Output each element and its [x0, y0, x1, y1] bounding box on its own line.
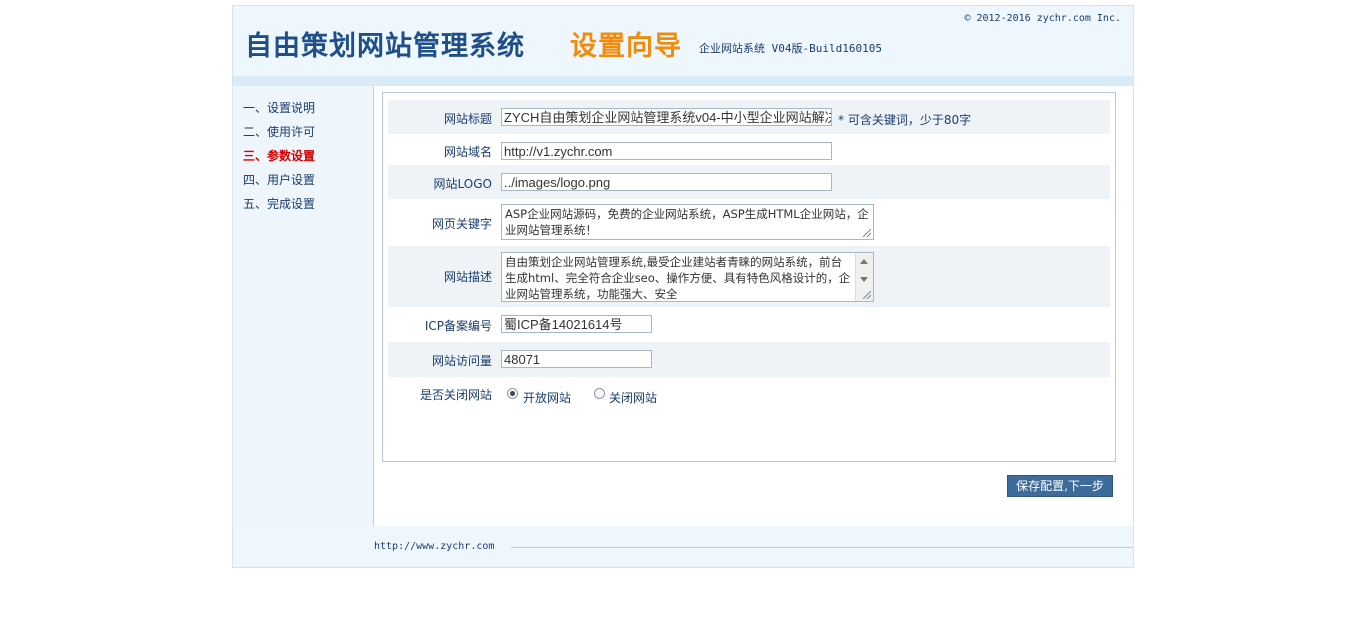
visits-input[interactable]: 48071	[501, 350, 652, 368]
row-keywords: 网页关键字 ASP企业网站源码，免费的企业网站系统，ASP生成HTML企业网站，…	[388, 199, 1110, 246]
radio-close-site[interactable]	[594, 388, 605, 399]
description-text: 自由策划企业网站管理系统,最受企业建站者青睐的网站系统，前台生成html、完全符…	[505, 255, 851, 301]
site-logo-label: 网站LOGO	[433, 177, 492, 191]
row-close-site: 是否关闭网站 开放网站 关闭网站	[388, 377, 1110, 413]
site-title-hint: * 可含关键词，少于80字	[838, 113, 972, 127]
header-divider	[233, 76, 1133, 86]
row-visits: 网站访问量 48071	[388, 342, 1110, 377]
version-text: 企业网站系统 V04版-Build160105	[699, 42, 882, 55]
sidebar-item-finish[interactable]: 五、完成设置	[243, 195, 315, 219]
footer-link[interactable]: http://www.zychr.com	[374, 541, 494, 552]
main-content: 网站标题 ZYCH自由策划企业网站管理系统v04-中小型企业网站解决方案 * 可…	[374, 86, 1133, 526]
site-title-label: 网站标题	[443, 112, 492, 126]
resize-grip-icon[interactable]	[863, 229, 871, 237]
radio-close-site-label[interactable]: 关闭网站	[609, 389, 657, 406]
keywords-textarea[interactable]: ASP企业网站源码，免费的企业网站系统，ASP生成HTML企业网站，企业网站管理…	[501, 204, 874, 240]
scroll-up-icon[interactable]	[860, 259, 868, 264]
visits-label: 网站访问量	[431, 354, 492, 368]
wizard-subtitle: 设置向导	[570, 31, 682, 62]
sidebar-item-license[interactable]: 二、使用许可	[243, 123, 315, 147]
footer-divider	[511, 547, 1133, 548]
row-site-domain: 网站域名 http://v1.zychr.com	[388, 134, 1110, 165]
radio-open-site[interactable]	[507, 388, 518, 399]
row-description: 网站描述 自由策划企业网站管理系统,最受企业建站者青睐的网站系统，前台生成htm…	[388, 246, 1110, 307]
close-site-label: 是否关闭网站	[419, 388, 492, 402]
site-logo-input[interactable]: ../images/logo.png	[501, 173, 832, 191]
icp-input[interactable]: 蜀ICP备14021614号	[501, 315, 652, 333]
sidebar-item-parameters[interactable]: 三、参数设置	[243, 147, 315, 171]
keywords-label: 网页关键字	[431, 217, 492, 231]
site-title-input[interactable]: ZYCH自由策划企业网站管理系统v04-中小型企业网站解决方案	[501, 108, 832, 126]
sidebar-item-instructions[interactable]: 一、设置说明	[243, 99, 315, 123]
page-container: 自由策划网站管理系统 设置向导 企业网站系统 V04版-Build160105 …	[232, 5, 1134, 568]
sidebar-item-users[interactable]: 四、用户设置	[243, 171, 315, 195]
description-textarea[interactable]: 自由策划企业网站管理系统,最受企业建站者青睐的网站系统，前台生成html、完全符…	[501, 252, 874, 302]
app-title: 自由策划网站管理系统	[245, 31, 525, 62]
row-icp: ICP备案编号 蜀ICP备14021614号	[388, 307, 1110, 342]
resize-grip-icon[interactable]	[863, 291, 871, 299]
radio-open-site-label[interactable]: 开放网站	[523, 389, 571, 406]
step-nav: 一、设置说明 二、使用许可 三、参数设置 四、用户设置 五、完成设置	[243, 99, 315, 219]
footer: http://www.zychr.com	[233, 526, 1133, 567]
sidebar: 一、设置说明 二、使用许可 三、参数设置 四、用户设置 五、完成设置	[233, 86, 374, 526]
site-domain-label: 网站域名	[443, 145, 492, 159]
copyright-text: © 2012-2016 zychr.com Inc.	[964, 13, 1121, 24]
row-site-title: 网站标题 ZYCH自由策划企业网站管理系统v04-中小型企业网站解决方案 * 可…	[388, 100, 1110, 134]
row-site-logo: 网站LOGO ../images/logo.png	[388, 165, 1110, 199]
description-label: 网站描述	[443, 270, 492, 284]
save-next-button[interactable]: 保存配置,下一步	[1007, 475, 1113, 497]
header: 自由策划网站管理系统 设置向导 企业网站系统 V04版-Build160105 …	[233, 6, 1133, 76]
icp-label: ICP备案编号	[424, 319, 492, 333]
scroll-down-icon[interactable]	[860, 277, 868, 282]
keywords-text: ASP企业网站源码，免费的企业网站系统，ASP生成HTML企业网站，企业网站管理…	[505, 207, 869, 237]
site-domain-input[interactable]: http://v1.zychr.com	[501, 142, 832, 160]
settings-panel: 网站标题 ZYCH自由策划企业网站管理系统v04-中小型企业网站解决方案 * 可…	[382, 92, 1116, 462]
